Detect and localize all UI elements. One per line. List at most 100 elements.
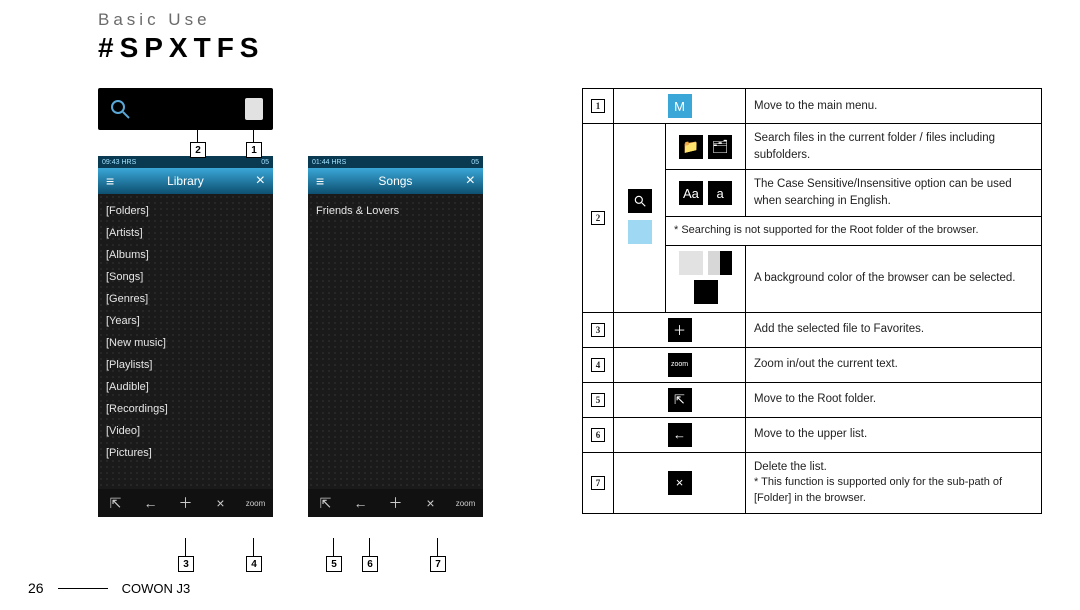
list-item: [Video] xyxy=(106,420,265,442)
ref-note: * This function is supported only for th… xyxy=(754,475,1033,507)
screen-title-bar: ≡ Songs × xyxy=(308,168,483,194)
zoom-icon: zoom xyxy=(453,499,479,508)
list-item: [Recordings] xyxy=(106,398,265,420)
page-theme-icon xyxy=(245,98,263,120)
list-item: [Playlists] xyxy=(106,354,265,376)
ref-number: 7 xyxy=(591,476,605,490)
screen-title-bar: ≡ Library × xyxy=(98,168,273,194)
ref-desc: Move to the upper list. xyxy=(746,417,1042,452)
list-item: [Artists] xyxy=(106,222,265,244)
footer-divider xyxy=(58,588,108,589)
case-sensitive-icon: Aa xyxy=(679,181,703,205)
page-header: Basic Use #SPXTFS xyxy=(98,10,264,64)
list-item: [Songs] xyxy=(106,266,265,288)
ref-desc: Delete the list. xyxy=(754,459,1033,476)
list-item: [Audible] xyxy=(106,376,265,398)
close-icon: × xyxy=(466,172,475,190)
product-name: COWON J3 xyxy=(122,581,191,596)
callout-lead xyxy=(253,538,254,556)
status-bar: 01:44 HRS 05 xyxy=(308,156,483,168)
callout-lead xyxy=(437,538,438,556)
ref-number: 4 xyxy=(591,358,605,372)
add-favorite-icon: ＋ xyxy=(668,318,692,342)
screen-title: Songs xyxy=(378,174,412,188)
callout-2: 2 xyxy=(190,142,206,158)
table-row: 2 📁 🗂 Search files in the current folder… xyxy=(583,124,1042,170)
ref-number: 1 xyxy=(591,99,605,113)
add-favorite-icon: ＋ xyxy=(383,493,409,513)
bg-split-icon xyxy=(708,251,732,275)
table-row: 7 × Delete the list. * This function is … xyxy=(583,452,1042,514)
search-icon xyxy=(108,97,132,121)
ref-desc: Move to the main menu. xyxy=(746,89,1042,124)
section-label: Basic Use xyxy=(98,10,264,30)
ref-desc: Move to the Root folder. xyxy=(746,382,1042,417)
table-row: 5 ⇱ Move to the Root folder. xyxy=(583,382,1042,417)
back-icon: ← xyxy=(668,423,692,447)
delete-icon: × xyxy=(418,495,444,511)
screen-body: [Folders] [Artists] [Albums] [Songs] [Ge… xyxy=(98,194,273,489)
callout-lead xyxy=(253,128,254,142)
delete-icon: × xyxy=(208,495,234,511)
callout-lead xyxy=(197,128,198,142)
device-figures: 09:43 HRS 05 ≡ Library × [Folders] [Arti… xyxy=(98,88,483,517)
list-item: [Albums] xyxy=(106,244,265,266)
status-vol: 05 xyxy=(261,159,269,166)
search-icon xyxy=(628,189,652,213)
menu-icon: ≡ xyxy=(106,173,115,189)
main-menu-icon: M xyxy=(668,94,692,118)
table-row: 1 M Move to the main menu. xyxy=(583,89,1042,124)
page-footer: 26 COWON J3 xyxy=(28,580,190,596)
list-item: [New music] xyxy=(106,332,265,354)
ref-number: 3 xyxy=(591,323,605,337)
close-icon: × xyxy=(256,172,265,190)
callout-6: 6 xyxy=(362,556,378,572)
device-toolbar: ⇱ ← ＋ × zoom xyxy=(308,489,483,517)
add-favorite-icon: ＋ xyxy=(173,493,199,513)
reference-table: 1 M Move to the main menu. 2 📁 🗂 Search … xyxy=(582,88,1042,514)
ref-desc: The Case Sensitive/Insensitive option ca… xyxy=(746,170,1042,216)
ref-number: 2 xyxy=(591,211,605,225)
page-title: #SPXTFS xyxy=(98,32,264,64)
screen-body: Friends & Lovers xyxy=(308,194,483,489)
bg-dark-icon xyxy=(694,280,718,304)
callout-lead xyxy=(369,538,370,556)
callout-7: 7 xyxy=(430,556,446,572)
subfolder-search-icon: 🗂 xyxy=(708,135,732,159)
list-item: Friends & Lovers xyxy=(316,200,475,222)
table-row: 3 ＋ Add the selected file to Favorites. xyxy=(583,312,1042,347)
list-item: [Years] xyxy=(106,310,265,332)
root-icon: ⇱ xyxy=(103,495,129,512)
bg-light-icon xyxy=(679,251,703,275)
list-item: [Folders] xyxy=(106,200,265,222)
delete-icon: × xyxy=(668,471,692,495)
callout-5: 5 xyxy=(326,556,342,572)
search-bar xyxy=(98,88,273,130)
zoom-icon: zoom xyxy=(668,353,692,377)
ref-desc: Search files in the current folder / fil… xyxy=(746,124,1042,170)
table-row: 6 ← Move to the upper list. xyxy=(583,417,1042,452)
status-time: 01:44 HRS xyxy=(312,159,346,166)
ref-desc: Add the selected file to Favorites. xyxy=(746,312,1042,347)
list-item: [Pictures] xyxy=(106,442,265,464)
callout-lead xyxy=(333,538,334,556)
back-icon: ← xyxy=(138,495,164,511)
callout-lead xyxy=(185,538,186,556)
device-2: 01:44 HRS 05 ≡ Songs × Friends & Lovers … xyxy=(308,156,483,517)
status-time: 09:43 HRS xyxy=(102,159,136,166)
ref-note: * Searching is not supported for the Roo… xyxy=(666,216,1042,245)
device-toolbar: ⇱ ← ＋ × zoom xyxy=(98,489,273,517)
folder-search-icon: 📁 xyxy=(679,135,703,159)
callout-3: 3 xyxy=(178,556,194,572)
callout-1: 1 xyxy=(246,142,262,158)
ref-desc: Zoom in/out the current text. xyxy=(746,347,1042,382)
root-icon: ⇱ xyxy=(668,388,692,412)
table-row: 4 zoom Zoom in/out the current text. xyxy=(583,347,1042,382)
zoom-icon: zoom xyxy=(243,499,269,508)
ref-number: 5 xyxy=(591,393,605,407)
case-insensitive-icon: a xyxy=(708,181,732,205)
menu-icon: ≡ xyxy=(316,173,325,189)
callout-4: 4 xyxy=(246,556,262,572)
root-icon: ⇱ xyxy=(313,495,339,512)
screen-title: Library xyxy=(167,174,204,188)
